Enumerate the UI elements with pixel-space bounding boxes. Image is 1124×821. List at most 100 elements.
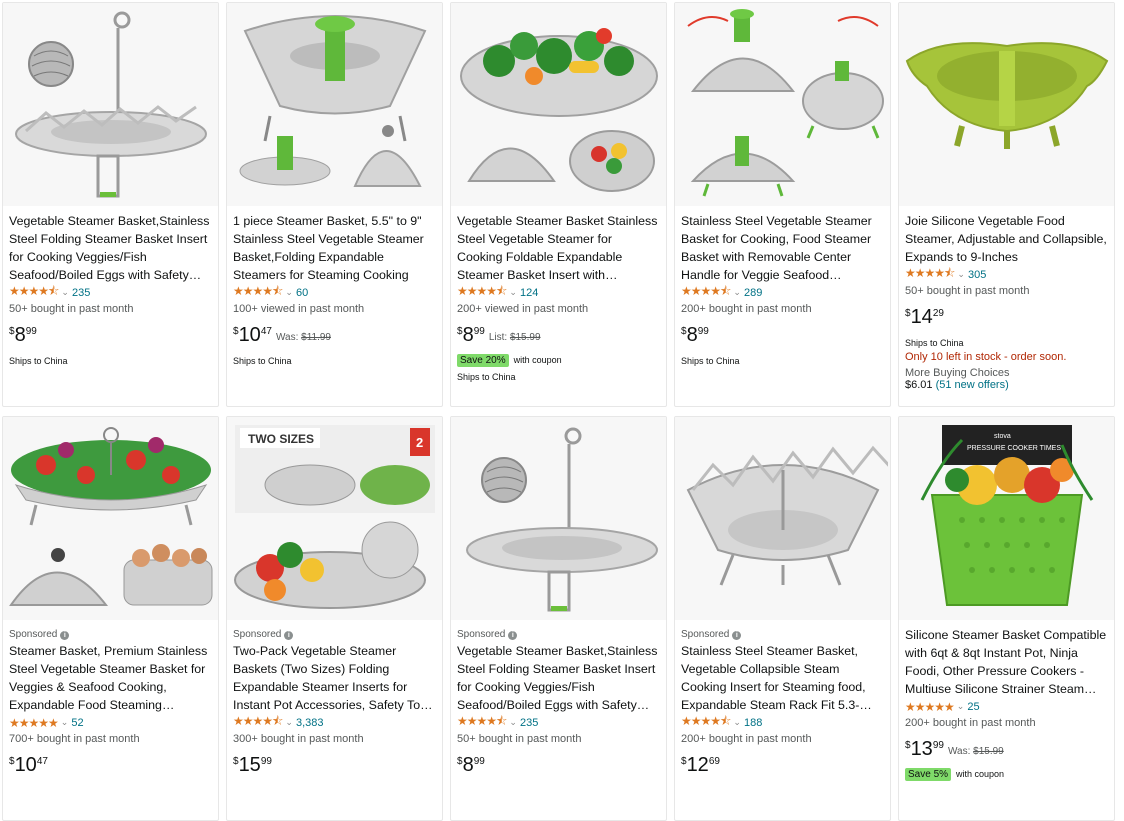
rating[interactable]: ★★★★⯪ ⌄ 188 bbox=[681, 714, 884, 731]
silicone-steamer-basket-image: stova PRESSURE COOKER TIMES bbox=[920, 424, 1093, 606]
star-rating-icon: ★★★★★ bbox=[905, 699, 955, 714]
chevron-down-icon[interactable]: ⌄ bbox=[957, 269, 965, 280]
rating[interactable]: ★★★★★ ⌄ 52 bbox=[9, 714, 212, 731]
chevron-down-icon[interactable]: ⌄ bbox=[509, 717, 517, 728]
product-title[interactable]: Silicone Steamer Basket Compatible with … bbox=[905, 626, 1108, 698]
product-image[interactable] bbox=[227, 3, 442, 206]
product-card[interactable]: stova PRESSURE COOKER TIMES Silicone Ste… bbox=[898, 416, 1115, 821]
steamer-basket-image bbox=[686, 8, 884, 196]
sponsored-label[interactable]: Sponsored i bbox=[681, 628, 884, 642]
product-card[interactable]: Sponsored i Stainless Steel Steamer Baske… bbox=[674, 416, 891, 821]
sponsored-label[interactable]: Sponsored i bbox=[9, 628, 212, 642]
price[interactable]: $ 8 99 bbox=[9, 323, 37, 347]
rating-count[interactable]: 124 bbox=[520, 287, 538, 299]
product-title[interactable]: Stainless Steel Vegetable Steamer Basket… bbox=[681, 212, 884, 284]
product-card[interactable]: Vegetable Steamer Basket Stainless Steel… bbox=[450, 2, 667, 407]
offers-link[interactable]: (51 new offers) bbox=[936, 379, 1009, 391]
product-image[interactable] bbox=[3, 3, 218, 206]
rating-count[interactable]: 305 bbox=[968, 269, 986, 281]
product-card[interactable]: Sponsored i Vegetable Steamer Basket,Stai… bbox=[450, 416, 667, 821]
product-card[interactable]: Sponsored i Steamer Basket, Premium Stain… bbox=[2, 416, 219, 821]
product-card[interactable]: Vegetable Steamer Basket,Stainless Steel… bbox=[2, 2, 219, 407]
price[interactable]: $ 8 99 bbox=[457, 323, 485, 347]
rating[interactable]: ★★★★⯪ ⌄ 289 bbox=[681, 284, 884, 301]
coupon[interactable]: Save 20% with coupon bbox=[457, 351, 660, 369]
chevron-down-icon[interactable]: ⌄ bbox=[61, 717, 69, 728]
product-title[interactable]: Steamer Basket, Premium Stainless Steel … bbox=[9, 642, 212, 714]
rating[interactable]: ★★★★⯪ ⌄ 235 bbox=[457, 714, 660, 731]
price[interactable]: $ 13 99 bbox=[905, 737, 944, 761]
product-card[interactable]: TWO SIZES 2 Sponsored i Two-Pack Vegetabl… bbox=[226, 416, 443, 821]
steamer-basket-image bbox=[239, 14, 426, 187]
rating-count[interactable]: 25 bbox=[967, 701, 979, 713]
rating-count[interactable]: 289 bbox=[744, 287, 762, 299]
star-rating-icon: ★★★★⯪ bbox=[681, 714, 731, 728]
product-title[interactable]: Vegetable Steamer Basket Stainless Steel… bbox=[457, 212, 660, 284]
coupon[interactable]: Save 5% with coupon bbox=[905, 765, 1108, 783]
coupon-badge[interactable]: Save 5% bbox=[905, 767, 952, 781]
product-image[interactable] bbox=[451, 3, 666, 206]
shipping-info: Ships to China bbox=[9, 356, 68, 366]
rating[interactable]: ★★★★⯪ ⌄ 235 bbox=[9, 284, 212, 301]
rating[interactable]: ★★★★⯪ ⌄ 3,383 bbox=[233, 714, 436, 731]
shipping-info: Ships to China bbox=[681, 356, 740, 366]
offers[interactable]: $6.01 (51 new offers) bbox=[905, 379, 1108, 391]
product-image[interactable] bbox=[675, 417, 890, 620]
product-image[interactable] bbox=[899, 3, 1114, 206]
rating-count[interactable]: 52 bbox=[71, 717, 83, 729]
rating-count[interactable]: 235 bbox=[520, 717, 538, 729]
chevron-down-icon[interactable]: ⌄ bbox=[285, 287, 293, 298]
product-title[interactable]: Stainless Steel Steamer Basket, Vegetabl… bbox=[681, 642, 884, 714]
price[interactable]: $ 12 69 bbox=[681, 753, 720, 777]
product-card[interactable]: Stainless Steel Vegetable Steamer Basket… bbox=[674, 2, 891, 407]
rating[interactable]: ★★★★⯪ ⌄ 124 bbox=[457, 284, 660, 301]
rating[interactable]: ★★★★⯪ ⌄ 305 bbox=[905, 266, 1108, 283]
product-title[interactable]: Two-Pack Vegetable Steamer Baskets (Two … bbox=[233, 642, 436, 714]
star-rating-icon: ★★★★⯪ bbox=[9, 284, 59, 298]
chevron-down-icon[interactable]: ⌄ bbox=[733, 287, 741, 298]
chevron-down-icon[interactable]: ⌄ bbox=[733, 717, 741, 728]
rating-count[interactable]: 3,383 bbox=[296, 717, 324, 729]
coupon-badge[interactable]: Save 20% bbox=[457, 353, 509, 367]
sponsored-label[interactable]: Sponsored i bbox=[457, 628, 660, 642]
info-icon[interactable]: i bbox=[508, 630, 518, 640]
sponsored-label[interactable]: Sponsored i bbox=[233, 628, 436, 642]
bought-count: 300+ bought in past month bbox=[233, 733, 364, 745]
price[interactable]: $ 8 99 bbox=[457, 753, 485, 777]
product-image[interactable] bbox=[675, 3, 890, 206]
product-image[interactable]: TWO SIZES 2 bbox=[227, 417, 442, 620]
product-title[interactable]: Joie Silicone Vegetable Food Steamer, Ad… bbox=[905, 212, 1108, 266]
info-icon[interactable]: i bbox=[732, 630, 742, 640]
product-image[interactable] bbox=[451, 417, 666, 620]
chevron-down-icon[interactable]: ⌄ bbox=[509, 287, 517, 298]
product-card[interactable]: 1 piece Steamer Basket, 5.5" to 9" Stain… bbox=[226, 2, 443, 407]
price[interactable]: $ 10 47 bbox=[9, 753, 48, 777]
chevron-down-icon[interactable]: ⌄ bbox=[61, 287, 69, 298]
price[interactable]: $ 14 29 bbox=[905, 305, 944, 329]
rating-count[interactable]: 60 bbox=[296, 287, 308, 299]
rating[interactable]: ★★★★★ ⌄ 25 bbox=[905, 698, 1108, 715]
product-card[interactable]: Joie Silicone Vegetable Food Steamer, Ad… bbox=[898, 2, 1115, 407]
price[interactable]: $ 10 47 bbox=[233, 323, 272, 347]
price[interactable]: $ 8 99 bbox=[681, 323, 709, 347]
chevron-down-icon[interactable]: ⌄ bbox=[957, 701, 965, 712]
rating[interactable]: ★★★★⯪ ⌄ 60 bbox=[233, 284, 436, 301]
star-rating-icon: ★★★★⯪ bbox=[681, 284, 731, 298]
chevron-down-icon[interactable]: ⌄ bbox=[285, 717, 293, 728]
product-title[interactable]: Vegetable Steamer Basket,Stainless Steel… bbox=[457, 642, 660, 714]
shipping-info: Ships to China bbox=[905, 338, 964, 348]
list-price: List: $15.99 bbox=[488, 332, 541, 343]
rating-count[interactable]: 235 bbox=[72, 287, 90, 299]
count-text: 2 bbox=[416, 435, 423, 450]
product-title[interactable]: 1 piece Steamer Basket, 5.5" to 9" Stain… bbox=[233, 212, 436, 284]
product-image[interactable]: stova PRESSURE COOKER TIMES bbox=[899, 417, 1114, 620]
shipping-info: Ships to China bbox=[457, 372, 516, 382]
rating-count[interactable]: 188 bbox=[744, 717, 762, 729]
info-icon[interactable]: i bbox=[60, 630, 70, 640]
product-image[interactable] bbox=[3, 417, 218, 620]
product-title[interactable]: Vegetable Steamer Basket,Stainless Steel… bbox=[9, 212, 212, 284]
stock-warning: Only 10 left in stock - order soon. bbox=[905, 351, 1067, 363]
price[interactable]: $ 15 99 bbox=[233, 753, 272, 777]
more-buying-choices: More Buying Choices bbox=[905, 367, 1010, 379]
info-icon[interactable]: i bbox=[284, 630, 294, 640]
